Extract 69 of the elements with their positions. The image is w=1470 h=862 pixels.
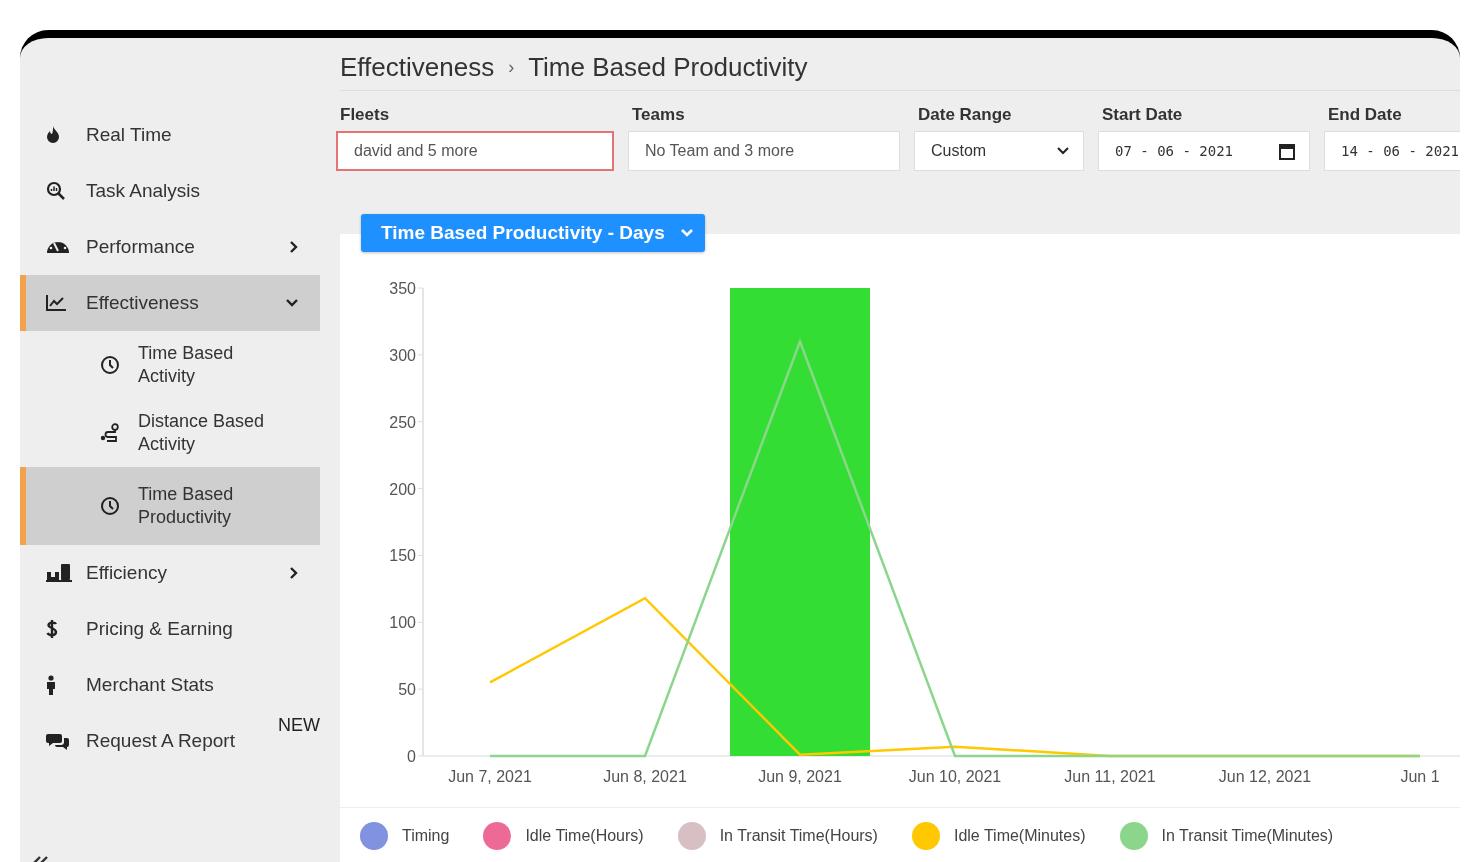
person-icon: [46, 675, 56, 695]
legend-label[interactable]: In Transit Time(Hours): [719, 826, 878, 845]
sidebar-item[interactable]: Pricing & Earning: [20, 601, 320, 657]
y-tick-label: 50: [398, 681, 416, 699]
breadcrumb-item[interactable]: Effectiveness: [340, 51, 495, 83]
line-chart-icon: [46, 295, 66, 311]
dollar-icon: [46, 619, 58, 639]
y-tick-label: 0: [407, 748, 416, 765]
sidebar-item[interactable]: Performance: [20, 219, 320, 275]
nav-label: Request A Report: [86, 730, 235, 752]
x-tick-label: Jun 7, 2021: [448, 768, 532, 785]
y-tick-label: 150: [389, 547, 416, 565]
filter-field[interactable]: david and 5 more: [336, 131, 614, 171]
nav-label: Real Time: [86, 124, 172, 146]
sidebar-item[interactable]: Task Analysis: [20, 163, 320, 219]
sidebar-item[interactable]: Efficiency: [20, 545, 320, 601]
y-tick-label: 300: [389, 346, 416, 364]
date-field[interactable]: 07 - 06 - 2021: [1098, 131, 1310, 171]
legend-label[interactable]: In Transit Time(Minutes): [1161, 826, 1334, 845]
filter-field[interactable]: No Team and 3 more: [628, 131, 900, 171]
sidebar-item[interactable]: Real Time: [20, 107, 320, 163]
chevron-down-icon: [680, 229, 693, 237]
nav-label: Pricing & Earning: [86, 618, 233, 640]
nav-label: Merchant Stats: [86, 674, 214, 696]
route-icon: [100, 423, 120, 443]
clock-icon: [100, 496, 120, 516]
filter-label: Fleets: [339, 105, 391, 125]
filter-label: Teams: [631, 105, 686, 125]
legend-label[interactable]: Idle Time(Minutes): [953, 826, 1086, 845]
chevron-down-icon: [1057, 147, 1069, 155]
y-tick-label: 200: [389, 480, 416, 498]
clock-icon: [100, 355, 120, 375]
filter-label: Start Date: [1101, 105, 1184, 125]
nav-label: Efficiency: [86, 562, 167, 584]
y-tick-label: 100: [389, 614, 416, 632]
nav-label: Time Based Activity: [138, 342, 235, 388]
sidebar-item[interactable]: Effectiveness: [20, 275, 320, 331]
y-tick-label: 250: [389, 413, 416, 431]
sidebar-item[interactable]: Request A Report NEW: [20, 713, 320, 769]
sidebar-subitem[interactable]: Time Based Activity: [20, 331, 320, 399]
sidebar-subitem[interactable]: Distance Based Activity: [20, 399, 320, 467]
x-tick-label: Jun 12, 2021: [1218, 768, 1312, 785]
nav-label: Task Analysis: [86, 180, 201, 202]
search-icon: [46, 181, 66, 201]
legend-label[interactable]: Idle Time(Hours): [525, 826, 644, 845]
x-tick-label: Jun 8, 2021: [603, 768, 687, 785]
chat-icon: [46, 732, 70, 750]
x-tick-label: Jun 11, 2021: [1064, 768, 1156, 785]
breadcrumb-item: Time Based Productivity: [528, 51, 808, 83]
y-tick-label: 350: [389, 280, 416, 297]
date-field[interactable]: 14 - 06 - 2021: [1324, 131, 1460, 171]
breadcrumb-separator: ›: [508, 56, 515, 78]
x-tick-label: Jun 1: [1400, 768, 1440, 785]
sidebar-item[interactable]: Merchant Stats: [20, 657, 320, 713]
date-range-select[interactable]: Custom: [914, 131, 1084, 171]
nav-label: Effectiveness: [86, 292, 199, 314]
x-tick-label: Jun 10, 2021: [908, 768, 1002, 785]
nav-label: Performance: [86, 236, 195, 258]
nav-label: Distance Based Activity: [138, 410, 266, 456]
filter-label: End Date: [1327, 105, 1403, 125]
gauge-icon: [46, 240, 70, 254]
sidebar-subitem[interactable]: Time Based Productivity: [20, 467, 320, 545]
x-tick-label: Jun 9, 2021: [758, 768, 842, 785]
nav-label: Time Based Productivity: [138, 483, 235, 529]
new-label: NEW: [278, 715, 320, 736]
calendar-icon[interactable]: [1279, 142, 1295, 160]
flame-icon: [46, 126, 60, 144]
filter-label: Date Range: [917, 105, 1013, 125]
legend-label[interactable]: Timing: [402, 826, 450, 845]
